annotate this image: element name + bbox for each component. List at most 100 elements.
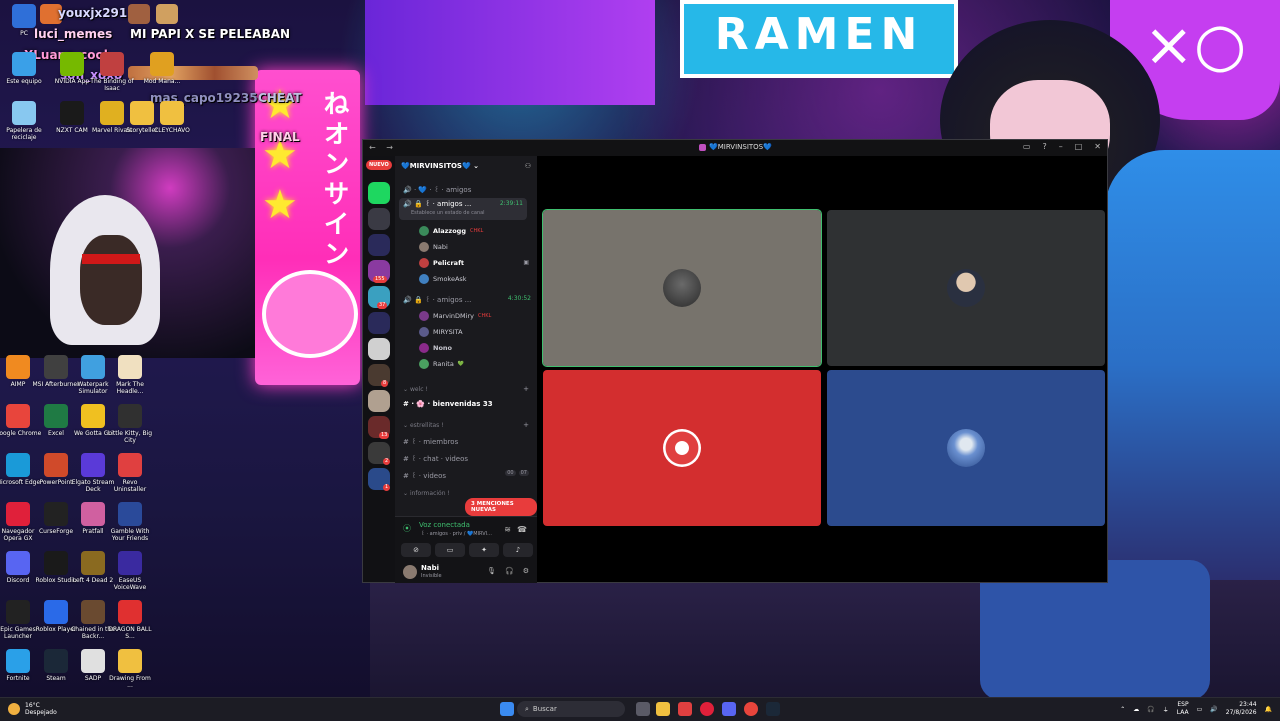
discord-icon[interactable] bbox=[722, 702, 736, 716]
minimize-button[interactable]: – bbox=[1059, 142, 1063, 151]
desktop-icon-label: Revo Uninstaller bbox=[113, 479, 147, 493]
clock[interactable]: 23:44 27/8/2026 bbox=[1226, 701, 1257, 717]
voice-channel-amigos[interactable]: 🔊 · 💙 · ꒰ · amigos bbox=[403, 184, 471, 194]
screen-share-button[interactable]: ▭ bbox=[435, 543, 465, 557]
channel-status-prompt[interactable]: Establece un estado de canal bbox=[411, 210, 527, 216]
add-channel-icon[interactable]: + bbox=[523, 421, 529, 429]
wallpaper-cup-sign bbox=[365, 0, 655, 105]
add-channel-icon[interactable]: + bbox=[523, 385, 529, 393]
headset-icon[interactable]: 🎧 bbox=[1147, 706, 1154, 713]
epic-games-icon bbox=[6, 600, 30, 624]
username[interactable]: Nabi bbox=[421, 564, 439, 572]
desktop-icon-cleychavo[interactable]: CLEYCHAVO bbox=[148, 101, 196, 134]
voice-user[interactable]: Pelicraft bbox=[419, 258, 464, 268]
desktop-icon-mark-the-headle[interactable]: Mark The Headle... bbox=[106, 355, 154, 395]
voice-user[interactable]: MIRYSITA bbox=[419, 327, 463, 337]
disconnect-icon[interactable]: ☎ bbox=[517, 525, 527, 534]
volume-icon[interactable]: 🔊 bbox=[1210, 706, 1217, 713]
voice-user[interactable]: SmokeAsk bbox=[419, 274, 467, 284]
desktop-icon-pc[interactable]: PC bbox=[0, 4, 48, 37]
usb-icon[interactable]: ⏚ bbox=[1163, 705, 1169, 714]
server-icon[interactable] bbox=[368, 338, 390, 360]
tile-user-4[interactable] bbox=[827, 370, 1105, 526]
network-icon[interactable]: ▭ bbox=[1197, 706, 1203, 713]
category-welc[interactable]: ⌄ welc ! bbox=[403, 386, 428, 393]
desktop-icon-drawing-from[interactable]: Drawing From ... bbox=[106, 649, 154, 689]
chevron-up-icon[interactable]: ⌃ bbox=[1120, 706, 1125, 713]
avatar bbox=[663, 429, 701, 467]
chrome-icon[interactable] bbox=[744, 702, 758, 716]
voice-status[interactable]: Voz conectada bbox=[419, 521, 470, 529]
text-channel-chat-videos[interactable]: # ꒰ · chat · videos bbox=[403, 453, 468, 463]
text-channel-miembros[interactable]: # ꒰ · miembros bbox=[403, 436, 458, 446]
game-icon bbox=[100, 52, 124, 76]
folder-icon[interactable] bbox=[368, 234, 390, 256]
tile-user-2[interactable] bbox=[827, 210, 1105, 366]
new-mentions-pill[interactable]: 3 MENCIONES NUEVAS bbox=[465, 498, 537, 516]
new-badge[interactable]: NUEVO bbox=[366, 160, 392, 170]
settings-icon[interactable]: ⚙ bbox=[523, 567, 529, 575]
nvidia-icon bbox=[60, 52, 84, 76]
category-estrellitas[interactable]: ⌄ estrellitas ! bbox=[403, 422, 444, 429]
category-info[interactable]: ⌄ información ! bbox=[403, 490, 450, 497]
microphone-icon[interactable]: 🎙 bbox=[487, 567, 496, 575]
soundboard-button[interactable]: ♪ bbox=[503, 543, 533, 557]
server-icon bbox=[699, 143, 706, 151]
desktop-icon-mod-mana[interactable]: Mod Mana... bbox=[138, 52, 186, 85]
voice-channel-path[interactable]: ꒰ · amigos · priv / 💙MIRVI... bbox=[421, 531, 492, 537]
opera-gx-icon[interactable] bbox=[700, 702, 714, 716]
noise-suppression-icon[interactable]: ≋ bbox=[504, 525, 511, 534]
voice-user[interactable]: Alazzogg CHKL bbox=[419, 226, 483, 236]
sadp-icon bbox=[81, 649, 105, 673]
recycle-bin-icon bbox=[12, 101, 36, 125]
store-icon[interactable] bbox=[678, 702, 692, 716]
search-box[interactable]: ⌕ Buscar bbox=[517, 701, 625, 717]
language-indicator[interactable]: ESP LAA bbox=[1177, 701, 1189, 717]
voice-channel-amigos-2[interactable]: 🔊 🔒 ꒰ · amigos ... bbox=[403, 294, 471, 304]
inbox-icon[interactable]: ▭ bbox=[1023, 142, 1031, 151]
desktop-icon-papelera-de-reciclaje[interactable]: Papelera de reciclaje bbox=[0, 101, 48, 141]
roblox-studio-icon bbox=[44, 551, 68, 575]
voice-user[interactable]: Nabi bbox=[419, 242, 448, 252]
desktop-icon-little-kitty-big-city[interactable]: Little Kitty, Big City bbox=[106, 404, 154, 444]
steam-icon[interactable] bbox=[766, 702, 780, 716]
signal-icon[interactable]: ⦿ bbox=[403, 523, 411, 534]
mod-manager-icon bbox=[150, 52, 174, 76]
server-icon[interactable] bbox=[368, 182, 390, 204]
desktop-icon-gamble-with-your-friends[interactable]: Gamble With Your Friends bbox=[106, 502, 154, 542]
server-name[interactable]: 💙MIRVINSITOS💙 ⌄ bbox=[401, 162, 479, 170]
headphones-icon[interactable]: 🎧 bbox=[505, 567, 514, 575]
kitty-icon bbox=[118, 404, 142, 428]
activities-button[interactable]: ✦ bbox=[469, 543, 499, 557]
camera-off-button[interactable]: ⊘ bbox=[401, 543, 431, 557]
help-icon[interactable]: ? bbox=[1042, 142, 1046, 151]
voice-channel-amigos-active[interactable]: 🔊 🔒 ꒰ · amigos ... 2:39:11 Establece un … bbox=[399, 198, 527, 220]
desktop-icon-este-equipo[interactable]: Este equipo bbox=[0, 52, 48, 85]
desktop-icon-dragon-ball-s[interactable]: DRAGON BALL S... bbox=[106, 600, 154, 640]
add-member-icon[interactable]: ⚇ bbox=[525, 162, 531, 170]
tile-user-1[interactable] bbox=[542, 209, 822, 367]
weather-widget[interactable]: 16°C Despejado bbox=[8, 702, 57, 716]
server-icon[interactable] bbox=[368, 390, 390, 412]
nav-arrows[interactable]: ← → bbox=[369, 143, 397, 152]
text-channel-videos[interactable]: # ꒰ · videos bbox=[403, 470, 446, 480]
voice-user[interactable]: MarvinDMiry CHKL bbox=[419, 311, 491, 321]
cloud-icon[interactable]: ☁ bbox=[1133, 706, 1139, 713]
start-icon[interactable] bbox=[500, 702, 514, 716]
maximize-button[interactable]: □ bbox=[1075, 142, 1083, 151]
file-explorer-icon[interactable] bbox=[656, 702, 670, 716]
text-channel-bienvenidas[interactable]: # · 🌸 · bienvenidas 33 bbox=[403, 400, 493, 408]
wallpaper-character-body bbox=[1105, 150, 1280, 580]
desktop-icon-revo-uninstaller[interactable]: Revo Uninstaller bbox=[106, 453, 154, 493]
folder-icon[interactable] bbox=[368, 312, 390, 334]
desktop-icon-easeus-voicewave[interactable]: EaseUS VoiceWave bbox=[106, 551, 154, 591]
desktop-icon-the-binding-of-isaac[interactable]: The Binding of Isaac bbox=[88, 52, 136, 92]
notifications-icon[interactable]: 🔔 bbox=[1265, 706, 1272, 713]
server-icon[interactable] bbox=[368, 208, 390, 230]
avatar[interactable] bbox=[403, 565, 417, 579]
close-button[interactable]: ✕ bbox=[1094, 142, 1101, 151]
task-view-icon[interactable] bbox=[636, 702, 650, 716]
voice-user[interactable]: Ranita 💚 bbox=[419, 359, 464, 369]
voice-user[interactable]: Nono bbox=[419, 343, 452, 353]
tile-user-3[interactable] bbox=[543, 370, 821, 526]
